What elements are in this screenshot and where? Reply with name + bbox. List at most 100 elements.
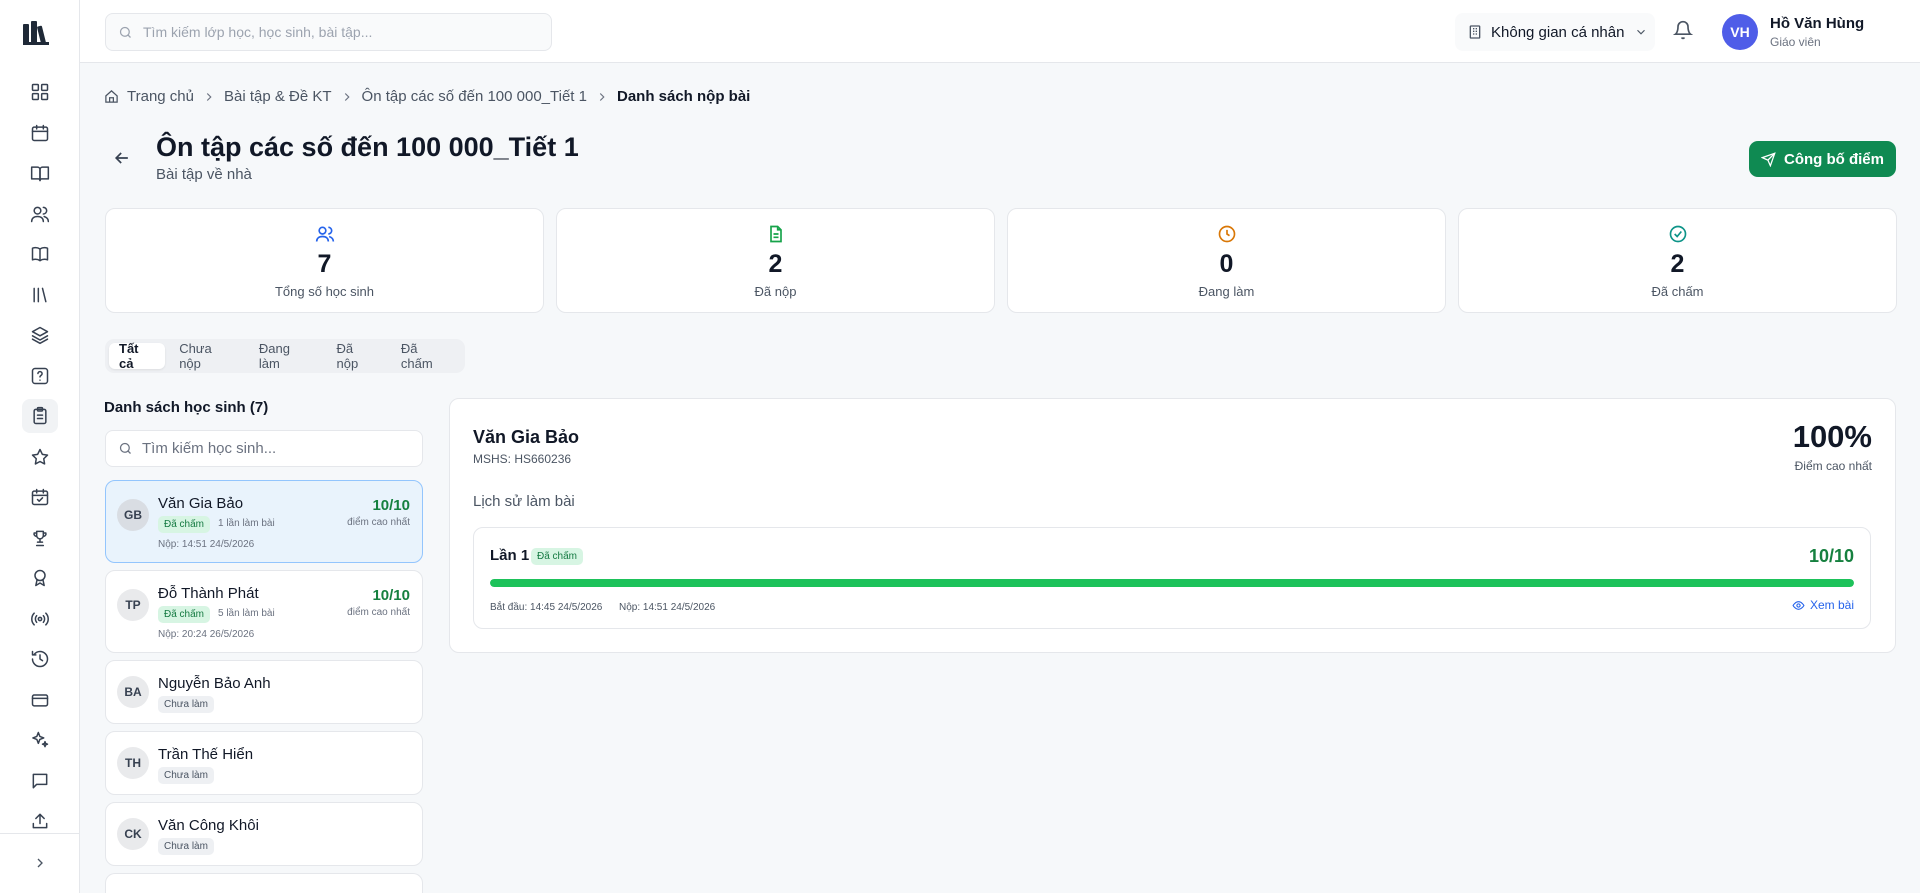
sidebar-book-open-button[interactable] bbox=[0, 153, 80, 194]
status-badge: Đã chấm bbox=[158, 606, 211, 623]
student-avatar: TP bbox=[117, 589, 149, 621]
radio-icon bbox=[30, 609, 50, 629]
publish-scores-label: Công bố điểm bbox=[1784, 150, 1884, 168]
global-search-input[interactable]: Tìm kiếm lớp học, học sinh, bài tập... bbox=[105, 13, 552, 51]
sidebar-layers-button[interactable] bbox=[0, 315, 80, 356]
library-icon bbox=[30, 285, 50, 305]
user-avatar[interactable]: VH bbox=[1722, 14, 1758, 50]
stat-graded: 2 Đã chấm bbox=[1458, 208, 1897, 313]
eye-icon bbox=[1792, 600, 1805, 610]
users-icon bbox=[30, 204, 50, 224]
award-icon bbox=[30, 568, 50, 588]
file-icon bbox=[766, 224, 786, 244]
attempt-card: Lần 1 Đã chấm 10/10 Bắt đầu: 14:45 24/5/… bbox=[473, 527, 1871, 629]
attempt-count: 5 lần làm bài bbox=[218, 608, 275, 619]
workspace-selector[interactable]: Không gian cá nhân bbox=[1455, 13, 1655, 51]
attempt-label: Lần 1 bbox=[490, 547, 530, 564]
search-icon bbox=[119, 442, 131, 454]
users-icon bbox=[315, 224, 335, 244]
student-card[interactable]: BA Nguyễn Bảo Anh Chưa làm bbox=[105, 660, 423, 724]
sidebar-award-button[interactable] bbox=[0, 558, 80, 599]
attempt-submit-time: Nộp: 14:51 24/5/2026 bbox=[619, 602, 716, 613]
bell-icon bbox=[1673, 20, 1693, 40]
message-icon bbox=[30, 771, 50, 791]
publish-scores-button[interactable]: Công bố điểm bbox=[1749, 141, 1896, 177]
student-name: Văn Gia Bảo bbox=[158, 495, 244, 512]
view-submission-label: Xem bài bbox=[1809, 598, 1854, 612]
breadcrumb-assignment[interactable]: Ôn tập các số đến 100 000_Tiết 1 bbox=[362, 88, 587, 105]
best-score: 10/10 bbox=[372, 497, 410, 514]
submit-time: Nộp: 14:51 24/5/2026 bbox=[158, 539, 255, 550]
attempt-count: 1 lần làm bài bbox=[218, 518, 275, 529]
student-card[interactable]: GB Văn Gia Bảo Đã chấm 1 lần làm bài Nộp… bbox=[105, 480, 423, 563]
history-icon bbox=[30, 649, 50, 669]
sidebar-radio-button[interactable] bbox=[0, 599, 80, 640]
sidebar-history-button[interactable] bbox=[0, 639, 80, 680]
sparkles-icon bbox=[30, 730, 50, 750]
expand-sidebar-button[interactable] bbox=[24, 850, 56, 876]
stat-in-progress: 0 Đang làm bbox=[1007, 208, 1446, 313]
stat-submitted-value: 2 bbox=[768, 250, 783, 278]
attempt-progress-fill bbox=[490, 579, 1854, 587]
student-avatar: TH bbox=[117, 747, 149, 779]
detail-best-percent: 100% bbox=[1792, 419, 1872, 454]
attempt-progress-bar bbox=[490, 579, 1854, 587]
page-subtitle: Bài tập về nhà bbox=[156, 166, 252, 183]
sidebar-upload-button[interactable] bbox=[0, 801, 80, 842]
sidebar-star-button[interactable] bbox=[0, 437, 80, 478]
submission-detail-panel: Văn Gia Bảo MSHS: HS660236 100% Điểm cao… bbox=[449, 398, 1896, 653]
stat-in-progress-value: 0 bbox=[1219, 250, 1234, 278]
sidebar-message-button[interactable] bbox=[0, 761, 80, 802]
student-search-input[interactable]: Tìm kiếm học sinh... bbox=[105, 430, 423, 467]
attempt-status-badge: Đã chấm bbox=[531, 548, 584, 565]
student-card[interactable]: CK Văn Công Khôi Chưa làm bbox=[105, 802, 423, 866]
tab-submitted[interactable]: Đã nộp bbox=[327, 341, 387, 371]
building-icon bbox=[1469, 25, 1481, 39]
back-button[interactable] bbox=[112, 148, 132, 168]
notification-button[interactable] bbox=[1673, 20, 1695, 42]
breadcrumb-current: Danh sách nộp bài bbox=[616, 88, 751, 105]
status-badge: Chưa làm bbox=[158, 838, 214, 855]
sidebar-users-button[interactable] bbox=[0, 194, 80, 235]
sidebar-clipboard-button[interactable] bbox=[0, 396, 80, 437]
sidebar-calendar-button[interactable] bbox=[0, 113, 80, 154]
filter-tabs: Tất cả Chưa nộp Đang làm Đã nộp Đã chấm bbox=[105, 339, 465, 373]
calendar-check-icon bbox=[30, 487, 50, 507]
sidebar-trophy-button[interactable] bbox=[0, 518, 80, 559]
tab-all[interactable]: Tất cả bbox=[109, 341, 166, 371]
chevron-right-icon bbox=[344, 92, 350, 101]
sidebar-sparkles-button[interactable] bbox=[0, 720, 80, 761]
stat-total-students: 7 Tổng số học sinh bbox=[105, 208, 544, 313]
detail-best-label: Điểm cao nhất bbox=[1794, 459, 1872, 473]
submit-time: Nộp: 20:24 26/5/2026 bbox=[158, 629, 255, 640]
attempt-score: 10/10 bbox=[1808, 546, 1854, 566]
view-submission-link[interactable]: Xem bài bbox=[1792, 598, 1854, 612]
stat-submitted: 2 Đã nộp bbox=[556, 208, 995, 313]
student-card[interactable]: TH Trần Thế Hiển Chưa làm bbox=[105, 731, 423, 795]
chevron-down-icon bbox=[1637, 29, 1646, 35]
send-icon bbox=[1761, 151, 1776, 167]
stat-submitted-label: Đã nộp bbox=[754, 284, 797, 299]
sidebar-book-button[interactable] bbox=[0, 234, 80, 275]
sidebar-library-button[interactable] bbox=[0, 275, 80, 316]
student-name: Văn Công Khôi bbox=[158, 817, 259, 834]
detail-student-id: MSHS: HS660236 bbox=[473, 452, 572, 466]
tab-not-submitted[interactable]: Chưa nộp bbox=[169, 341, 245, 371]
sidebar-card-button[interactable] bbox=[0, 680, 80, 721]
tab-graded[interactable]: Đã chấm bbox=[391, 341, 461, 371]
sidebar-calendar-check-button[interactable] bbox=[0, 477, 80, 518]
student-card-partial[interactable] bbox=[105, 873, 423, 893]
tab-in-progress[interactable]: Đang làm bbox=[249, 341, 323, 371]
student-card[interactable]: TP Đỗ Thành Phát Đã chấm 5 lần làm bài N… bbox=[105, 570, 423, 653]
help-icon bbox=[30, 366, 50, 386]
student-name: Đỗ Thành Phát bbox=[158, 585, 259, 602]
breadcrumb-home[interactable]: Trang chủ bbox=[127, 88, 194, 105]
sidebar-dashboard-button[interactable] bbox=[0, 72, 80, 113]
status-badge: Chưa làm bbox=[158, 767, 214, 784]
stat-graded-label: Đã chấm bbox=[1651, 284, 1704, 299]
student-avatar: CK bbox=[117, 818, 149, 850]
books-logo-icon[interactable] bbox=[22, 18, 50, 46]
best-score-label: điểm cao nhất bbox=[347, 517, 410, 528]
sidebar-help-button[interactable] bbox=[0, 356, 80, 397]
breadcrumb-assignments[interactable]: Bài tập & Đề KT bbox=[224, 88, 332, 105]
